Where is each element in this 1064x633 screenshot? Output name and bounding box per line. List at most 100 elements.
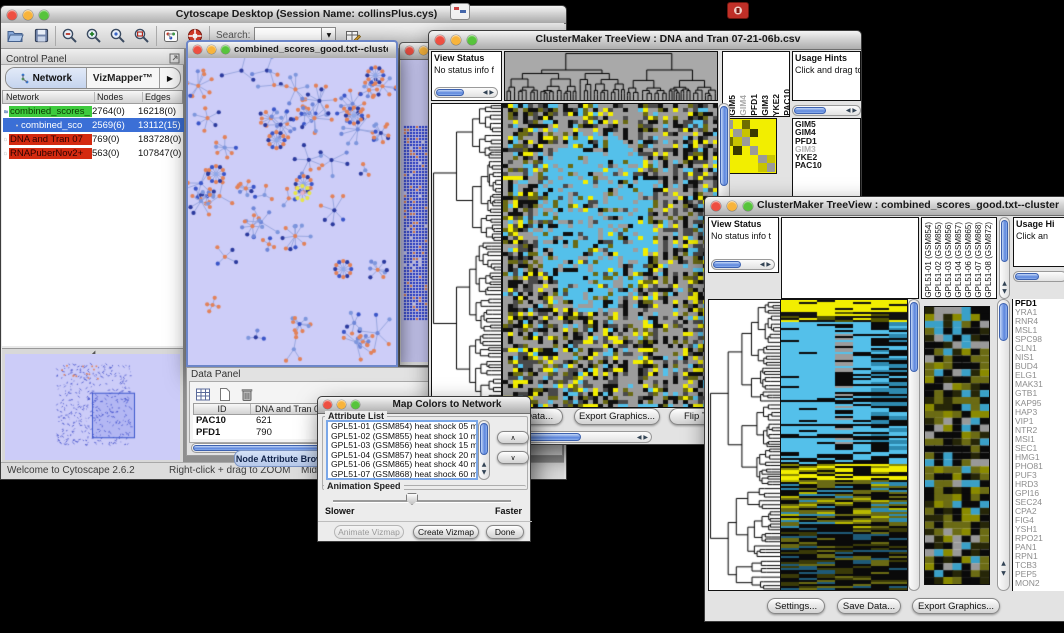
network1-canvas[interactable]	[188, 58, 396, 365]
tab-vizmapper[interactable]: VizMapper™	[87, 68, 160, 88]
tv2-genes-vscrollbar[interactable]: ▲ ▼	[997, 299, 1010, 591]
tv1-column-label[interactable]: YKE2	[771, 94, 782, 116]
minimize-button[interactable]	[23, 10, 33, 20]
tv2-column-label[interactable]: GPL51-04 (GSM857)	[954, 222, 964, 298]
desktop-icon-red[interactable]	[727, 2, 749, 19]
minimize-button[interactable]	[207, 45, 216, 54]
network-row[interactable]: RNAPuberNov2+ 563(0) 107847(0)	[3, 146, 184, 160]
matrix-cell	[767, 129, 775, 138]
zoom-fit-icon[interactable]	[132, 26, 152, 46]
close-button[interactable]	[323, 400, 332, 409]
matrix-cell	[733, 155, 741, 164]
save-session-icon[interactable]	[31, 26, 51, 46]
network-row[interactable]: DNA and Tran 07 769(0) 183728(0)	[3, 132, 184, 146]
close-button[interactable]	[435, 35, 445, 45]
minimize-button[interactable]	[337, 400, 346, 409]
new-attribute-icon[interactable]	[215, 384, 235, 404]
tv1-gene-item[interactable]: PAC10	[793, 161, 860, 169]
done-button[interactable]: Done	[486, 525, 524, 539]
tv2-settings-button[interactable]: Settings...	[767, 598, 825, 614]
move-up-button[interactable]: ∧	[497, 431, 529, 444]
tv2-hints-scrollbar[interactable]	[1013, 271, 1064, 282]
tv2-usage-hints-line: Click an	[1014, 231, 1064, 242]
delete-attribute-trash-icon[interactable]	[237, 384, 257, 404]
treeview1-titlebar[interactable]: ClusterMaker TreeView : DNA and Tran 07-…	[429, 31, 861, 50]
tv2-heatmap[interactable]	[781, 300, 907, 590]
desktop-icon-light[interactable]	[450, 3, 470, 20]
tv1-column-label[interactable]: GIM3	[760, 95, 771, 116]
tv2-zoom-heatmap[interactable]	[925, 307, 989, 584]
zoom-button[interactable]	[39, 10, 49, 20]
main-titlebar[interactable]: Cytoscape Desktop (Session Name: collins…	[1, 6, 566, 24]
zoom-button[interactable]	[743, 201, 753, 211]
vizmapper-icon[interactable]	[161, 26, 181, 46]
tv2-column-label[interactable]: GPL51-07 (GSM868)	[974, 222, 984, 298]
tab-network[interactable]: Network	[6, 68, 87, 88]
animation-slider-track[interactable]	[333, 500, 511, 503]
zoom-button[interactable]	[351, 400, 360, 409]
tv2-column-label[interactable]: GPL51-03 (GSM856)	[944, 222, 954, 298]
matrix-cell	[733, 163, 741, 172]
matrix-cell	[750, 163, 758, 172]
tv2-gene-list: PFD1YRA1RNR4MSL1SPC98CLN1NIS1BUD4ELG1MAK…	[1012, 299, 1064, 591]
animation-speed-label: Animation Speed	[324, 481, 404, 491]
tv2-col-dendrogram-area[interactable]	[781, 217, 919, 299]
table-grid-icon[interactable]	[193, 384, 213, 404]
tv2-status-scrollbar[interactable]: ◀ ▶	[711, 259, 775, 270]
tv1-column-label[interactable]: PFD1	[749, 94, 760, 116]
tv2-gene-item[interactable]: MON2	[1013, 579, 1064, 588]
tv2-column-label[interactable]: GPL51-08 (GSM872)	[984, 222, 994, 298]
zoom-in-icon[interactable]	[84, 26, 104, 46]
zoom-selected-region-icon[interactable]	[108, 26, 128, 46]
tv1-hints-scrollbar[interactable]: ◀ ▶	[792, 105, 861, 116]
open-session-icon[interactable]	[5, 26, 25, 46]
zoom-out-icon[interactable]	[60, 26, 80, 46]
tv1-col-dendrogram[interactable]	[505, 52, 717, 100]
minimize-button[interactable]	[451, 35, 461, 45]
tv1-column-label[interactable]: PAC10	[782, 89, 790, 116]
zoom-button[interactable]	[467, 35, 477, 45]
matrix-cell	[758, 146, 766, 155]
network-row-selected[interactable]: combined_sco 2569(6) 13112(15)	[3, 118, 184, 132]
matrix-cell	[742, 146, 750, 155]
folder-icon	[4, 106, 8, 117]
tv1-export-graphics-button[interactable]: Export Graphics...	[574, 408, 660, 425]
tv2-heatmap-vscrollbar[interactable]	[908, 299, 920, 591]
close-button[interactable]	[193, 45, 202, 54]
tab-overflow-arrow[interactable]: ▶	[160, 68, 180, 88]
tv1-row-dendrogram-frame	[431, 103, 502, 406]
tv1-column-label[interactable]: GIM4	[738, 95, 749, 116]
tv2-save-data-button[interactable]: Save Data...	[837, 598, 901, 614]
matrix-cell	[742, 155, 750, 164]
birdseye-canvas[interactable]	[5, 354, 180, 460]
network1-titlebar[interactable]: combined_scores_good.txt--cluste...	[188, 42, 396, 59]
map-colors-dialog: Map Colors to Network Attribute List GPL…	[317, 396, 531, 542]
attribute-list-vscrollbar[interactable]: ▲ ▼	[478, 420, 490, 480]
tv1-similarity-matrix[interactable]	[725, 120, 775, 172]
tv2-row-dendrogram[interactable]	[709, 300, 780, 590]
tv1-row-dendrogram[interactable]	[432, 104, 501, 405]
close-button[interactable]	[711, 201, 721, 211]
treeview2-title: ClusterMaker TreeView : combined_scores_…	[757, 199, 1059, 211]
minimize-button[interactable]	[727, 201, 737, 211]
tv2-labels-vscrollbar[interactable]: ▲ ▼	[999, 217, 1010, 299]
tv2-export-graphics-button[interactable]: Export Graphics...	[912, 598, 1000, 614]
tab-node-attribute-browser[interactable]: Node Attribute Brows	[234, 450, 330, 467]
minimize-button[interactable]	[419, 46, 428, 55]
tv2-column-label[interactable]: GPL51-02 (GSM855)	[934, 222, 944, 298]
tv2-column-label[interactable]: GPL51-01 (GSM854)	[924, 222, 934, 298]
matrix-cell	[750, 146, 758, 155]
tv1-heatmap[interactable]	[503, 104, 717, 407]
network-row[interactable]: combined_scores_ 2764(0) 16218(0)	[3, 104, 184, 118]
zoom-button[interactable]	[221, 45, 230, 54]
tv2-column-label[interactable]: GPL51-06 (GSM865)	[964, 222, 974, 298]
move-down-button[interactable]: ∨	[497, 451, 529, 464]
attribute-item[interactable]: GPL51-07 (GSM868) heat shock 60 min	[328, 470, 476, 480]
close-button[interactable]	[405, 46, 414, 55]
create-vizmap-button[interactable]: Create Vizmap	[413, 525, 479, 539]
tv1-status-scrollbar[interactable]: ◀ ▶	[434, 87, 498, 98]
control-panel-tabs: Network VizMapper™ ▶	[5, 67, 181, 89]
treeview2-titlebar[interactable]: ClusterMaker TreeView : combined_scores_…	[705, 197, 1064, 216]
close-button[interactable]	[7, 10, 17, 20]
animate-vizmap-button[interactable]: Animate Vizmap	[334, 525, 404, 539]
